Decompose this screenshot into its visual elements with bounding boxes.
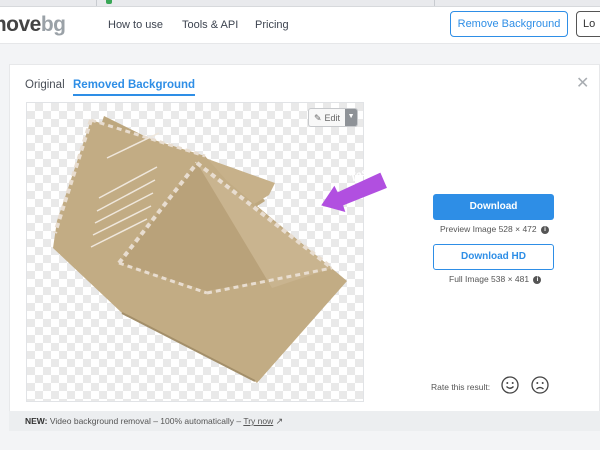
info-icon[interactable]: i [533,275,542,284]
tab-removed-background[interactable]: Removed Background [73,79,196,96]
banner-text: Video background removal – 100% automati… [49,416,242,426]
try-now-link[interactable]: Try now [243,416,273,426]
front-envelope [53,118,347,383]
login-button[interactable]: Lo [576,11,600,37]
full-caption-text: Full Image 538 × 481 [449,274,530,284]
full-image-caption: Full Image 538 × 481 i [449,274,542,284]
sad-face-icon[interactable] [531,376,549,394]
logo-text-move: move [0,13,41,36]
image-canvas: ✎ Edit ▼ [26,102,364,402]
logo[interactable]: movebg [0,13,66,37]
logo-text-bg: bg [40,13,66,36]
caret-down-icon[interactable]: ▼ [345,109,358,126]
nav-link-how-to-use[interactable]: How to use [108,19,163,31]
external-link-icon[interactable]: ↗ [276,416,284,426]
top-navigation: movebg How to use Tools & API Pricing Re… [0,7,600,44]
envelope-image [53,116,347,383]
result-panel: Original Removed Background ✕ ✎ Edit ▼ D… [9,64,600,430]
pencil-icon: ✎ [314,112,322,123]
download-button[interactable]: Download [433,194,554,220]
new-feature-banner: NEW: Video background removal – 100% aut… [9,411,600,431]
edit-button-label: Edit [324,112,341,123]
tab-favicon [106,0,112,4]
tab-divider [434,0,435,6]
tab-original[interactable]: Original [25,79,65,91]
happy-face-icon[interactable] [501,376,519,394]
remove-background-button[interactable]: Remove Background [450,11,568,37]
nav-link-pricing[interactable]: Pricing [255,19,289,31]
nav-link-tools-api[interactable]: Tools & API [182,19,238,31]
preview-caption: Preview Image 528 × 472 i [440,224,550,234]
edit-button-main: ✎ Edit [309,109,345,126]
browser-tab-strip [0,0,600,7]
rate-label: Rate this result: [431,382,491,392]
preview-caption-text: Preview Image 528 × 472 [440,224,537,234]
close-icon[interactable]: ✕ [576,73,589,93]
info-icon[interactable]: i [541,225,550,234]
edit-button[interactable]: ✎ Edit ▼ [308,108,359,127]
download-hd-button[interactable]: Download HD [433,244,554,270]
banner-new-label: NEW: [25,416,48,426]
tab-divider [96,0,97,6]
